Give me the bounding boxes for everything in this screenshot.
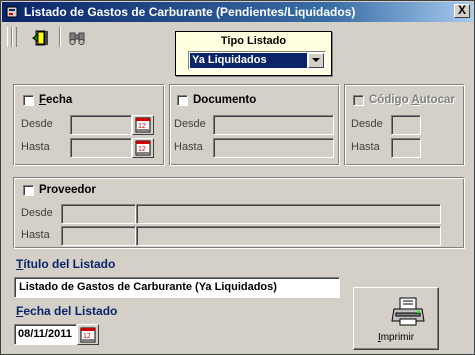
codigo-autocar-desde-input[interactable] [391, 115, 421, 135]
proveedor-desde-name-input[interactable] [136, 204, 441, 224]
proveedor-desde-code-input[interactable] [61, 204, 136, 224]
svg-text:12: 12 [138, 123, 146, 130]
title-bar[interactable]: Listado de Gastos de Carburante (Pendien… [2, 2, 473, 22]
svg-text:12: 12 [138, 146, 146, 153]
proveedor-hasta-name-input[interactable] [136, 226, 441, 246]
proveedor-hasta-code-input[interactable] [61, 226, 136, 246]
calendar-icon: 12 [135, 140, 151, 156]
binoculars-icon [69, 32, 85, 45]
toolbar-grip-2 [12, 27, 17, 47]
documento-hasta-input[interactable] [213, 138, 334, 158]
fecha-checkbox[interactable] [23, 95, 34, 106]
fecha-label: Fecha [39, 94, 73, 106]
window-title: Listado de Gastos de Carburante (Pendien… [24, 5, 356, 19]
fecha-desde-label: Desde [21, 118, 53, 130]
codigo-autocar-checkbox[interactable] [353, 95, 364, 106]
documento-desde-label: Desde [174, 118, 206, 130]
tipo-listado-label: Tipo Listado [220, 35, 287, 47]
fecha-hasta-label: Hasta [21, 141, 50, 153]
search-button[interactable] [65, 27, 89, 49]
imprimir-label: Imprimir [377, 332, 415, 343]
titulo-listado-label: Título del Listado [16, 257, 116, 271]
app-icon [6, 6, 18, 18]
proveedor-hasta-label: Hasta [21, 229, 50, 241]
fecha-desde-input[interactable] [70, 115, 132, 135]
chevron-down-icon [312, 58, 320, 62]
fecha-desde-calendar-button[interactable]: 12 [132, 115, 154, 135]
printer-icon [391, 297, 425, 326]
documento-label: Documento [193, 94, 257, 106]
documento-hasta-label: Hasta [174, 141, 203, 153]
proveedor-checkbox[interactable] [23, 185, 34, 196]
proveedor-label: Proveedor [39, 184, 96, 196]
fecha-hasta-calendar-button[interactable]: 12 [132, 138, 154, 158]
tipo-listado-panel: Tipo Listado Ya Liquidados [175, 31, 332, 76]
codigo-autocar-hasta-input[interactable] [391, 138, 421, 158]
tipo-listado-select[interactable]: Ya Liquidados [188, 51, 326, 70]
calendar-icon: 12 [80, 327, 96, 342]
fecha-hasta-input[interactable] [70, 138, 132, 158]
app-window: Listado de Gastos de Carburante (Pendien… [0, 0, 475, 355]
codigo-autocar-label: Código Autocar [369, 94, 455, 106]
imprimir-button[interactable]: Imprimir [353, 287, 439, 350]
documento-desde-input[interactable] [213, 115, 334, 135]
documento-checkbox[interactable] [177, 95, 188, 106]
codigo-autocar-desde-label: Desde [351, 118, 383, 130]
svg-text:12: 12 [83, 333, 91, 340]
exit-button[interactable] [29, 27, 53, 49]
close-button[interactable]: X [454, 4, 470, 18]
codigo-autocar-hasta-label: Hasta [351, 141, 380, 153]
dropdown-arrow-button[interactable] [308, 53, 324, 68]
fecha-listado-label: Fecha del Listado [16, 304, 118, 318]
toolbar [5, 25, 95, 51]
exit-door-icon [32, 30, 48, 46]
titulo-listado-input[interactable]: Listado de Gastos de Carburante (Ya Liqu… [14, 277, 340, 298]
fecha-listado-calendar-button[interactable]: 12 [77, 324, 99, 345]
proveedor-desde-label: Desde [21, 207, 53, 219]
tipo-listado-value: Ya Liquidados [190, 53, 307, 68]
toolbar-separator [59, 27, 61, 47]
calendar-icon: 12 [135, 117, 151, 133]
fecha-listado-input[interactable]: 08/11/2011 [14, 324, 77, 345]
